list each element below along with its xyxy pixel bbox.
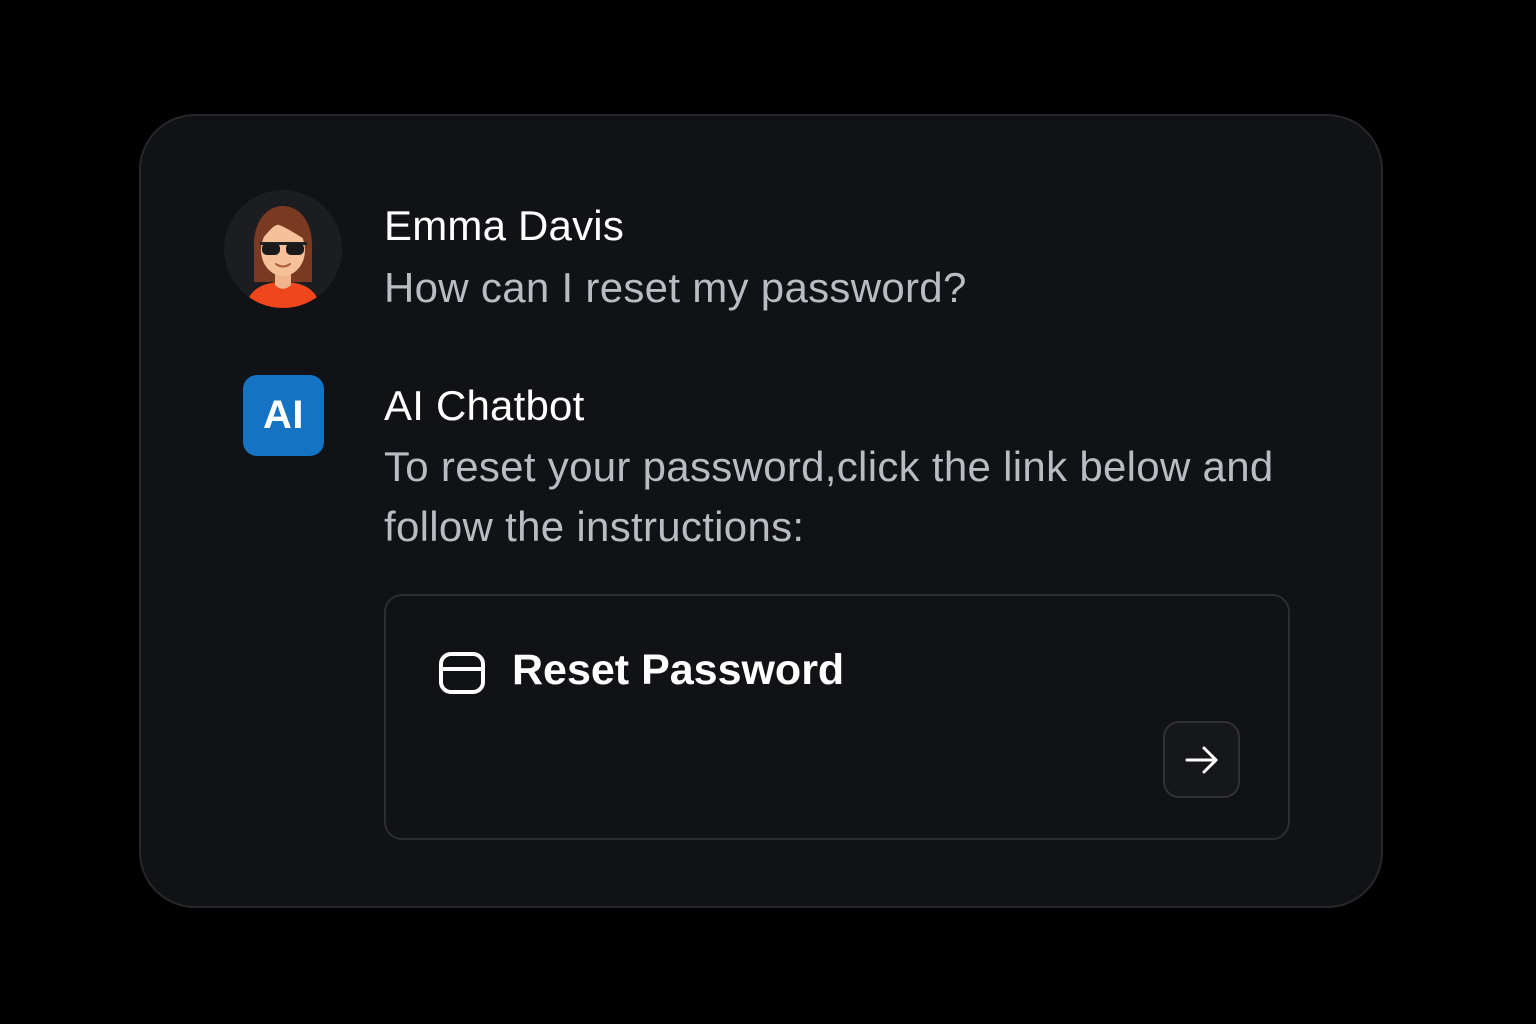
user-avatar-icon [224,190,342,308]
user-message-text: How can I reset my password? [384,264,967,311]
open-link-button[interactable] [1163,721,1240,798]
reset-password-label: Reset Password [512,646,845,694]
ai-bot-icon: AI [243,375,324,456]
user-name: Emma Davis [384,202,625,249]
bot-message-text: To reset your password,click the link be… [384,443,1274,550]
card-icon [438,651,486,695]
arrow-right-icon [1185,746,1217,773]
bot-name: AI Chatbot [384,382,585,429]
reset-password-link-card[interactable]: Reset Password [384,594,1290,840]
